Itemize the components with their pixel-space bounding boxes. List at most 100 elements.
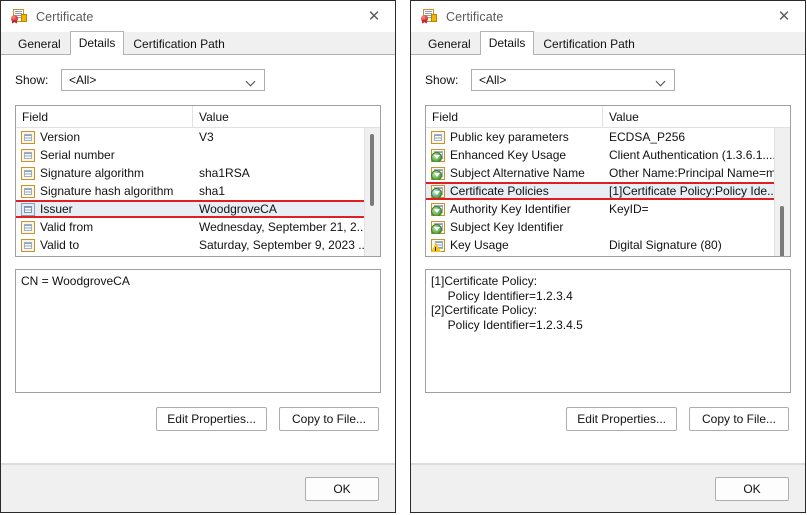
show-filter-row: Show: <All>: [425, 69, 805, 91]
row-field-cell: Version: [16, 130, 193, 144]
ok-button[interactable]: OK: [305, 476, 379, 501]
edit-properties-button[interactable]: Edit Properties...: [566, 407, 677, 431]
table-row[interactable]: Serial number: [16, 146, 380, 164]
certificate-field-icon: [21, 148, 35, 162]
row-field-label: Valid to: [40, 238, 80, 252]
copy-to-file-button[interactable]: Copy to File...: [689, 407, 789, 431]
table-row[interactable]: Authority Key Identifier KeyID=: [426, 200, 790, 218]
row-value-cell: sha1: [199, 184, 226, 198]
titlebar-right: Certificate ✕: [411, 1, 805, 32]
row-value-cell: Digital Signature (80): [609, 238, 722, 252]
column-header-value[interactable]: Value: [193, 106, 380, 127]
certificate-warning-icon: [431, 238, 445, 252]
table-row-certificate-policies-selected[interactable]: Certificate Policies [1]Certificate Poli…: [426, 182, 790, 200]
table-row[interactable]: Enhanced Key Usage Client Authentication…: [426, 146, 790, 164]
certificate-field-icon: [431, 130, 445, 144]
row-field-label: Subject Key Identifier: [450, 220, 564, 234]
table-row[interactable]: Valid to Saturday, September 9, 2023 ...: [16, 236, 380, 254]
row-value-cell: KeyID=: [609, 202, 649, 216]
row-field-label: Version: [40, 130, 81, 144]
certificate-icon: [421, 8, 437, 25]
certificate-field-icon: [21, 130, 35, 144]
table-row[interactable]: Subject Key Identifier: [426, 218, 790, 236]
table-row[interactable]: Subject mfauser, UserAccounts, wood...: [16, 254, 380, 256]
screen: Certificate ✕ General Details Certificat…: [0, 0, 807, 515]
copy-to-file-button[interactable]: Copy to File...: [279, 407, 379, 431]
certificate-extension-icon: [431, 220, 445, 234]
table-row[interactable]: Public key parameters ECDSA_P256: [426, 128, 790, 146]
table-row[interactable]: Signature hash algorithm sha1: [16, 182, 380, 200]
scrollbar-thumb[interactable]: [370, 134, 374, 206]
tab-certification-path[interactable]: Certification Path: [534, 33, 643, 55]
show-dropdown-value: <All>: [69, 73, 97, 87]
certificate-field-icon: [21, 238, 35, 252]
table-row[interactable]: Key Usage Digital Signature (80): [426, 236, 790, 254]
row-field-cell: Issuer: [16, 202, 193, 216]
table-row[interactable]: Version V3: [16, 128, 380, 146]
tab-general[interactable]: General: [9, 33, 70, 55]
chevron-down-icon: [247, 78, 256, 83]
column-header-field[interactable]: Field: [16, 106, 193, 127]
footer-left: OK: [1, 464, 395, 512]
certificate-field-icon: [21, 184, 35, 198]
show-dropdown-value: <All>: [479, 73, 507, 87]
row-field-label: Key Usage: [450, 238, 509, 252]
row-field-cell: Signature hash algorithm: [16, 184, 193, 198]
certificate-icon: [11, 8, 27, 25]
row-value-cell: Client Authentication (1.3.6.1....: [609, 148, 776, 162]
list-vertical-scrollbar[interactable]: [364, 128, 380, 256]
close-icon[interactable]: ✕: [353, 1, 395, 32]
row-field-cell: Authority Key Identifier: [426, 202, 603, 216]
show-dropdown[interactable]: <All>: [61, 69, 265, 91]
certificate-field-icon: [21, 166, 35, 180]
certificate-fields-list[interactable]: Field Value Public key parameters ECDSA_…: [425, 105, 791, 257]
certificate-extension-icon: [431, 202, 445, 216]
certificate-extension-icon: [431, 148, 445, 162]
window-title: Certificate: [446, 9, 504, 24]
row-field-cell: Valid to: [16, 238, 193, 252]
certificate-fields-list[interactable]: Field Value Version V3 Serial number Sig…: [15, 105, 381, 257]
row-field-label: Issuer: [40, 202, 73, 216]
row-value-cell: Wednesday, September 21, 2...: [199, 220, 367, 234]
column-header-value[interactable]: Value: [603, 106, 790, 127]
footer-right: OK: [411, 464, 805, 512]
list-rows: Public key parameters ECDSA_P256 Enhance…: [426, 128, 790, 256]
row-field-label: Serial number: [40, 148, 115, 162]
table-row[interactable]: Subject Alternative Name Other Name:Prin…: [426, 164, 790, 182]
table-row[interactable]: Valid from Wednesday, September 21, 2...: [16, 218, 380, 236]
field-detail-textbox[interactable]: CN = WoodgroveCA: [15, 269, 381, 393]
action-buttons-right: Edit Properties... Copy to File...: [411, 407, 789, 431]
list-header: Field Value: [426, 106, 790, 128]
row-value-cell: Saturday, September 9, 2023 ...: [199, 238, 369, 252]
row-value-cell: ECDSA_P256: [609, 130, 686, 144]
show-filter-row: Show: <All>: [15, 69, 395, 91]
row-value-cell: Other Name:Principal Name=m...: [609, 166, 787, 180]
table-row[interactable]: Thumbprint: [426, 254, 790, 256]
tabstrip-right: General Details Certification Path: [411, 31, 805, 55]
titlebar-left: Certificate ✕: [1, 1, 395, 32]
table-row-issuer-selected[interactable]: Issuer WoodgroveCA: [16, 200, 380, 218]
field-detail-textbox[interactable]: [1]Certificate Policy: Policy Identifier…: [425, 269, 791, 393]
list-rows: Version V3 Serial number Signature algor…: [16, 128, 380, 256]
table-row[interactable]: Signature algorithm sha1RSA: [16, 164, 380, 182]
list-header: Field Value: [16, 106, 380, 128]
ok-button[interactable]: OK: [715, 476, 789, 501]
row-value-cell: V3: [199, 130, 214, 144]
row-field-label: Subject Alternative Name: [450, 166, 585, 180]
show-label: Show:: [15, 73, 49, 87]
row-field-label: Public key parameters: [450, 130, 569, 144]
tab-general[interactable]: General: [419, 33, 480, 55]
tab-details[interactable]: Details: [479, 31, 535, 55]
scrollbar-thumb[interactable]: [780, 206, 784, 256]
column-header-field[interactable]: Field: [426, 106, 603, 127]
edit-properties-button[interactable]: Edit Properties...: [156, 407, 267, 431]
certificate-field-icon: [21, 202, 35, 216]
row-field-label: Valid from: [40, 220, 94, 234]
tab-details[interactable]: Details: [69, 31, 125, 55]
show-dropdown[interactable]: <All>: [471, 69, 675, 91]
tab-certification-path[interactable]: Certification Path: [124, 33, 233, 55]
row-field-cell: Signature algorithm: [16, 166, 193, 180]
close-icon[interactable]: ✕: [763, 1, 805, 32]
list-vertical-scrollbar[interactable]: [774, 128, 790, 256]
row-value-cell: [1]Certificate Policy:Policy Ide...: [609, 184, 778, 198]
